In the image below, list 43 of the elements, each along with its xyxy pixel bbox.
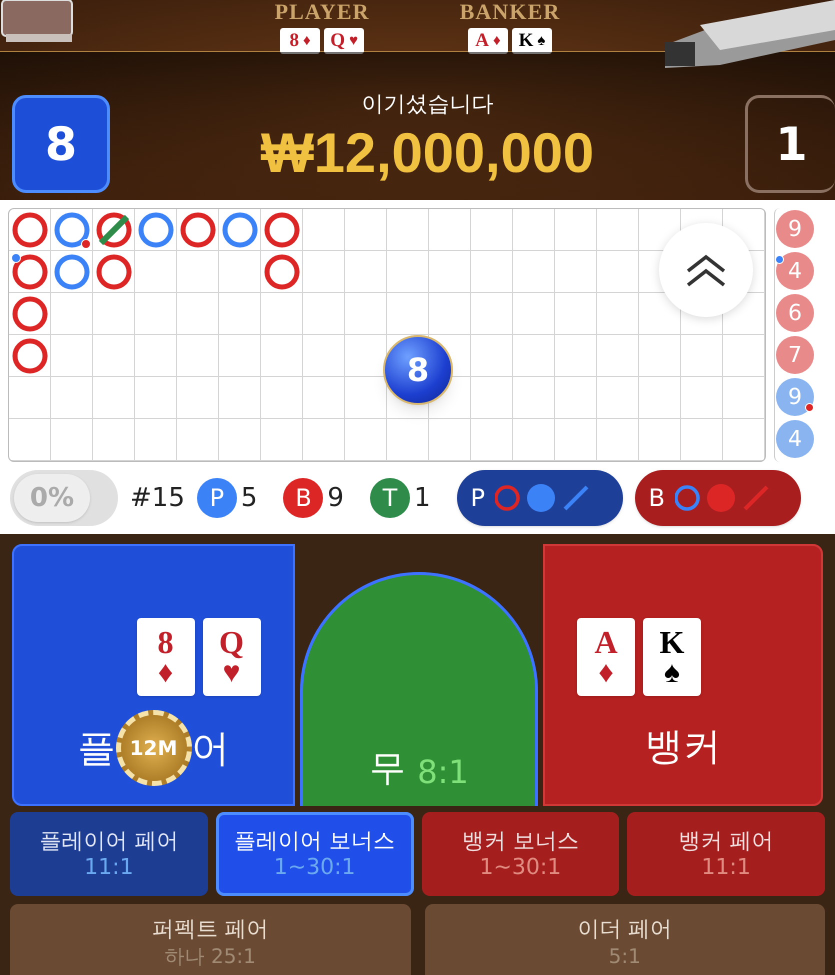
extra-bet-button[interactable]: 이더 페어 5:1 [424, 904, 825, 975]
playing-card: 8 ♦ [280, 28, 320, 54]
count-badge: B [283, 478, 324, 518]
player-bet-label: 어 [192, 724, 230, 772]
playing-card: K ♠ [643, 618, 701, 696]
double-chevron-up-icon [684, 253, 728, 287]
player-score: 8 [12, 95, 110, 193]
predict-button[interactable]: P [456, 470, 623, 526]
playing-card: A ♦ [468, 28, 508, 54]
playing-card: Q ♥ [202, 618, 260, 696]
count-badge: P [196, 478, 237, 518]
playing-card: K ♠ [512, 28, 552, 54]
extra-bet-button[interactable]: 퍼펙트 페어 하나 25:1 [10, 904, 410, 975]
bead: 6 [776, 294, 814, 332]
playing-card: Q ♥ [324, 28, 364, 54]
count-value: 5 [240, 482, 258, 514]
side-bet-button[interactable]: 플레이어 보너스 1~30:1 [216, 812, 414, 896]
banker-bet-area[interactable]: A ♦ K ♠ 뱅커 [543, 544, 823, 806]
bead: 4 [776, 252, 814, 290]
side-bet-button[interactable]: 뱅커 페어 11:1 [627, 812, 825, 896]
bead: 4 [776, 420, 814, 458]
shoe-number: #15 [130, 482, 185, 514]
bead: 9 [776, 378, 814, 416]
side-bet-button[interactable]: 뱅커 보너스 1~30:1 [422, 812, 620, 896]
count-value: 9 [327, 482, 344, 514]
predict-button[interactable]: B [634, 470, 801, 526]
betting-chip: 12M [116, 710, 192, 786]
banker-bet-label: 뱅커 [645, 723, 721, 770]
playing-card: A ♦ [577, 618, 635, 696]
banker-score: 1 [744, 95, 835, 193]
player-bet-label: 플 [78, 724, 116, 772]
count-badge: T [370, 478, 410, 518]
side-bet-button[interactable]: 플레이어 페어 11:1 [10, 812, 208, 896]
playing-card: 8 ♦ [136, 618, 194, 696]
player-bet-area[interactable]: 8 ♦ Q ♥ 플 12M 어 [12, 544, 295, 806]
win-amount: ₩12,000,000 [260, 120, 594, 184]
bead: 9 [776, 210, 814, 248]
banker-label: BANKER [460, 0, 560, 24]
tie-bet-area[interactable]: 무 8:1 [300, 572, 538, 806]
win-message: 이기셨습니다 [361, 90, 494, 118]
player-label: PLAYER [274, 0, 370, 24]
count-value: 1 [414, 482, 431, 514]
bead: 7 [776, 336, 814, 374]
